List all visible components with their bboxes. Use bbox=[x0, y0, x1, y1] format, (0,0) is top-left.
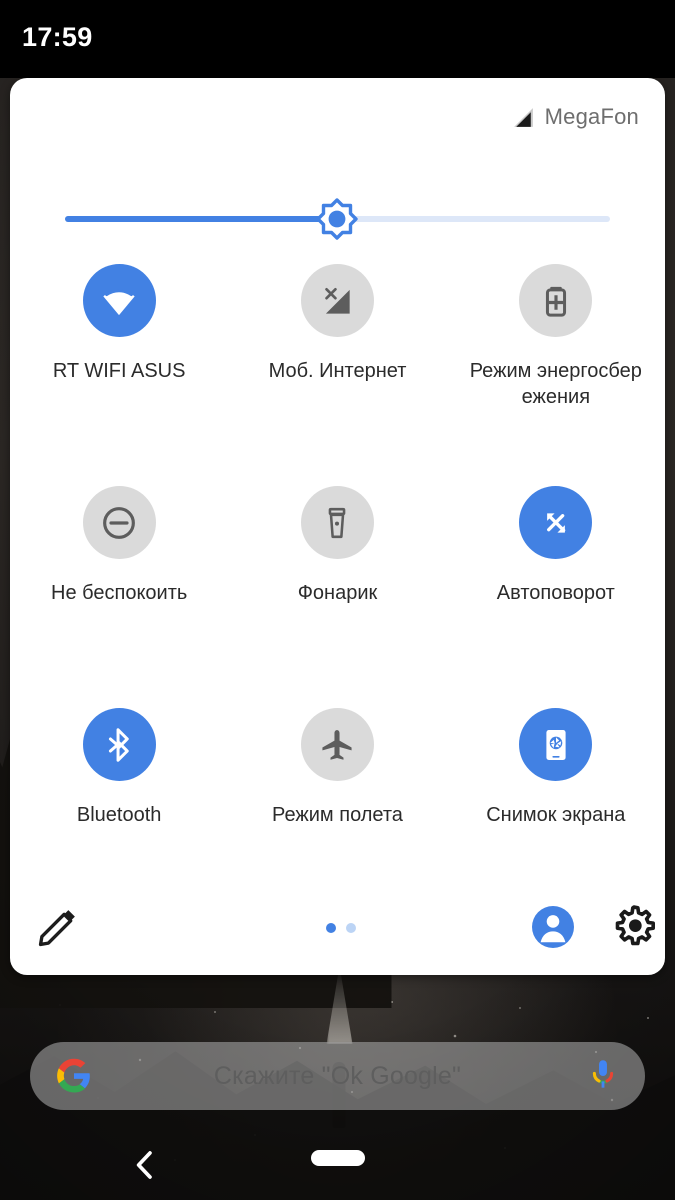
brightness-slider[interactable] bbox=[10, 196, 665, 242]
tile-wifi[interactable]: RT WIFI ASUS bbox=[10, 256, 228, 478]
tile-icon-background bbox=[300, 708, 374, 781]
status-bar: 17:59 bbox=[0, 0, 675, 78]
status-clock: 17:59 bbox=[22, 22, 93, 52]
tile-auto-rotate[interactable]: Автоповорот bbox=[447, 478, 665, 700]
brightness-track-fill bbox=[65, 216, 338, 222]
battery-saver-icon bbox=[545, 286, 566, 317]
quick-settings-footer bbox=[10, 879, 665, 975]
tile-icon-background bbox=[82, 264, 156, 337]
tile-flashlight[interactable]: Фонарик bbox=[228, 478, 446, 700]
home-pill-icon[interactable] bbox=[311, 1150, 365, 1166]
carrier-row: MegaFon bbox=[511, 104, 639, 130]
google-search-bar[interactable]: Скажите "Ok Google" bbox=[30, 1042, 645, 1110]
page-indicator bbox=[326, 923, 356, 933]
tile-row: RT WIFI ASUS Моб. Интернет Режим энергос… bbox=[10, 256, 665, 478]
tile-label: Bluetooth bbox=[76, 804, 162, 826]
tile-label: Моб. Интернет bbox=[268, 360, 407, 382]
bluetooth-icon bbox=[109, 727, 129, 762]
tile-label: Не беспокоить bbox=[51, 582, 188, 604]
gear-icon[interactable] bbox=[611, 904, 657, 950]
flashlight-icon bbox=[329, 507, 346, 538]
quick-settings-tiles: RT WIFI ASUS Моб. Интернет Режим энергос… bbox=[10, 256, 665, 922]
screenshot-icon bbox=[546, 729, 566, 760]
page-dot-active[interactable] bbox=[326, 923, 336, 933]
user-avatar-icon[interactable] bbox=[529, 903, 577, 951]
tile-row: Не беспокоить Фонарик Автоповорот bbox=[10, 478, 665, 700]
tile-icon-background bbox=[82, 486, 156, 559]
auto-rotate-icon bbox=[546, 512, 566, 533]
quick-settings-panel: MegaFon RT WIFI ASUS Моб. Интернет Режим… bbox=[10, 78, 665, 975]
mobile-data-off-icon bbox=[325, 287, 351, 314]
tile-icon-background bbox=[82, 708, 156, 781]
tile-label: Снимок экрана bbox=[486, 804, 626, 826]
search-placeholder-text: Скажите "Ok Google" bbox=[213, 1061, 462, 1090]
tile-label: Режим полета bbox=[272, 804, 403, 826]
tile-icon-background bbox=[300, 264, 374, 337]
tile-icon-background bbox=[519, 486, 593, 559]
microphone-icon[interactable] bbox=[589, 1058, 617, 1094]
tile-label: Фонарик bbox=[297, 582, 378, 604]
tile-mobile-data[interactable]: Моб. Интернет bbox=[228, 256, 446, 478]
pencil-icon[interactable] bbox=[35, 904, 81, 950]
tile-label: Автоповорот bbox=[496, 582, 615, 604]
tile-icon-background bbox=[519, 708, 593, 781]
airplane-icon bbox=[322, 729, 353, 760]
signal-triangle-icon bbox=[513, 107, 533, 127]
wifi-icon bbox=[103, 288, 135, 315]
tile-battery-saver[interactable]: Режим энергосбережения bbox=[447, 256, 665, 478]
tile-label: Режим энергосбережения bbox=[469, 360, 642, 408]
tile-do-not-disturb[interactable]: Не беспокоить bbox=[10, 478, 228, 700]
tile-icon-background bbox=[519, 264, 593, 337]
carrier-name: MegaFon bbox=[544, 104, 639, 129]
page-dot-inactive[interactable] bbox=[346, 923, 356, 933]
tile-icon-background bbox=[300, 486, 374, 559]
brightness-sun-icon[interactable] bbox=[313, 196, 361, 244]
do-not-disturb-icon bbox=[103, 506, 136, 539]
tile-label: RT WIFI ASUS bbox=[52, 360, 186, 382]
back-chevron-icon[interactable] bbox=[128, 1148, 162, 1182]
